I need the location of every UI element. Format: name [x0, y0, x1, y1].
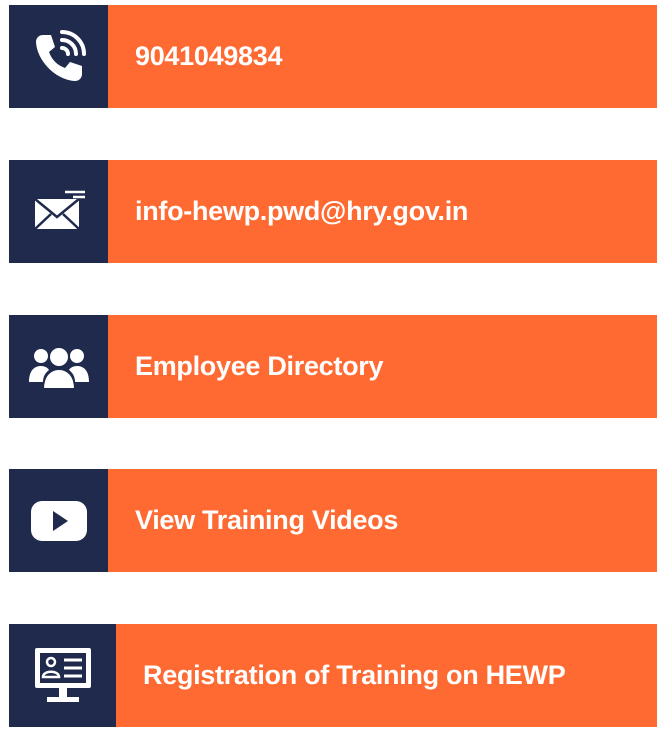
registration-label: Registration of Training on HEWP — [143, 660, 566, 690]
youtube-icon-box — [9, 469, 108, 572]
email-label-box: info-hewp.pwd@hry.gov.in — [108, 160, 657, 263]
employee-directory-link[interactable]: Employee Directory — [9, 315, 657, 418]
phone-number: 9041049834 — [135, 41, 283, 71]
mail-icon-box — [9, 160, 108, 263]
phone-icon-box — [9, 5, 108, 108]
registration-monitor-icon — [32, 645, 94, 707]
phone-label-box: 9041049834 — [108, 5, 657, 108]
registration-label-box: Registration of Training on HEWP — [116, 624, 657, 727]
training-videos-label: View Training Videos — [135, 505, 399, 535]
phone-link[interactable]: 9041049834 — [9, 5, 657, 108]
phone-icon — [29, 27, 89, 87]
email-link[interactable]: info-hewp.pwd@hry.gov.in — [9, 160, 657, 263]
training-videos-label-box: View Training Videos — [108, 469, 657, 572]
email-address: info-hewp.pwd@hry.gov.in — [135, 196, 469, 226]
employee-directory-label-box: Employee Directory — [108, 315, 657, 418]
mail-icon — [29, 187, 89, 237]
training-registration-link[interactable]: Registration of Training on HEWP — [9, 624, 657, 727]
users-icon — [28, 342, 90, 392]
employee-directory-label: Employee Directory — [135, 351, 384, 381]
users-icon-box — [9, 315, 108, 418]
training-videos-link[interactable]: View Training Videos — [9, 469, 657, 572]
youtube-icon — [30, 499, 88, 543]
registration-icon-box — [9, 624, 116, 727]
